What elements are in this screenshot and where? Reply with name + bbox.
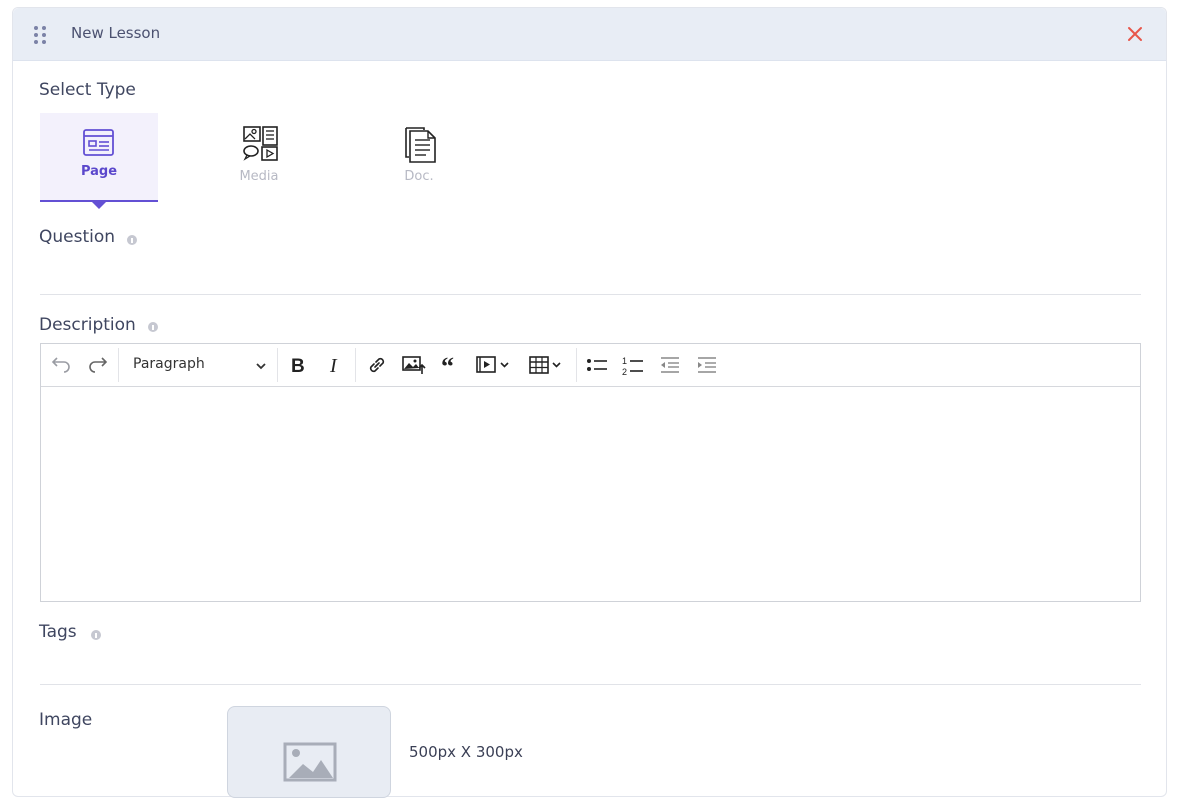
panel-title: New Lesson	[71, 24, 161, 42]
active-indicator	[92, 202, 106, 209]
italic-icon[interactable]: I	[323, 353, 347, 377]
paragraph-format-select[interactable]: Paragraph	[121, 348, 273, 382]
panel-header: New Lesson	[13, 8, 1166, 61]
media-icon	[242, 125, 278, 161]
type-option-label: Media	[239, 169, 279, 184]
rich-text-editor: Paragraph B I “ 12	[40, 343, 1141, 602]
type-option-media[interactable]: Media	[200, 113, 318, 200]
tags-input-underline	[40, 684, 1141, 685]
question-label: Question	[39, 227, 116, 247]
chevron-down-icon	[256, 363, 266, 370]
select-type-label: Select Type	[39, 80, 136, 100]
editor-toolbar: Paragraph B I “ 12	[41, 344, 1140, 387]
question-info-icon[interactable]	[127, 235, 137, 245]
question-input[interactable]	[40, 258, 1140, 288]
image-placeholder-icon	[283, 742, 337, 782]
toolbar-separator	[118, 348, 119, 382]
image-label: Image	[39, 710, 93, 730]
editor-content-area[interactable]	[41, 387, 1140, 601]
numbered-list-icon[interactable]: 12	[621, 353, 645, 377]
insert-image-icon[interactable]	[401, 353, 426, 377]
bulleted-list-icon[interactable]	[585, 353, 609, 377]
toolbar-separator	[355, 348, 356, 382]
description-info-icon[interactable]	[148, 322, 158, 332]
image-size-hint: 500px X 300px	[409, 743, 523, 761]
outdent-icon[interactable]	[658, 353, 682, 377]
svg-text:“: “	[441, 353, 454, 377]
description-label: Description	[39, 315, 136, 335]
type-option-doc[interactable]: Doc.	[360, 113, 478, 200]
type-option-label: Doc.	[404, 169, 434, 184]
tags-input[interactable]	[40, 648, 1140, 678]
paragraph-format-value: Paragraph	[133, 356, 205, 372]
redo-icon[interactable]	[85, 353, 109, 377]
image-upload-box[interactable]	[227, 706, 391, 798]
question-input-underline	[40, 294, 1141, 295]
svg-text:B: B	[291, 356, 305, 377]
tags-label: Tags	[39, 622, 77, 642]
type-option-page[interactable]: Page	[40, 113, 158, 209]
type-option-label: Page	[80, 164, 118, 179]
svg-text:I: I	[329, 355, 338, 377]
link-icon[interactable]	[365, 353, 389, 377]
drag-handle-icon[interactable]	[33, 26, 47, 44]
close-icon[interactable]	[1126, 25, 1144, 43]
toolbar-separator	[576, 348, 577, 382]
media-embed-icon[interactable]	[475, 353, 515, 377]
toolbar-separator	[277, 348, 278, 382]
tags-info-icon[interactable]	[91, 630, 101, 640]
svg-text:2: 2	[622, 367, 627, 377]
table-icon[interactable]	[528, 353, 568, 377]
indent-icon[interactable]	[695, 353, 719, 377]
blockquote-icon[interactable]: “	[439, 352, 463, 381]
bold-icon[interactable]: B	[286, 353, 310, 377]
page-icon	[82, 127, 116, 163]
undo-icon[interactable]	[50, 353, 74, 377]
doc-icon	[402, 125, 436, 163]
svg-text:1: 1	[622, 356, 627, 366]
